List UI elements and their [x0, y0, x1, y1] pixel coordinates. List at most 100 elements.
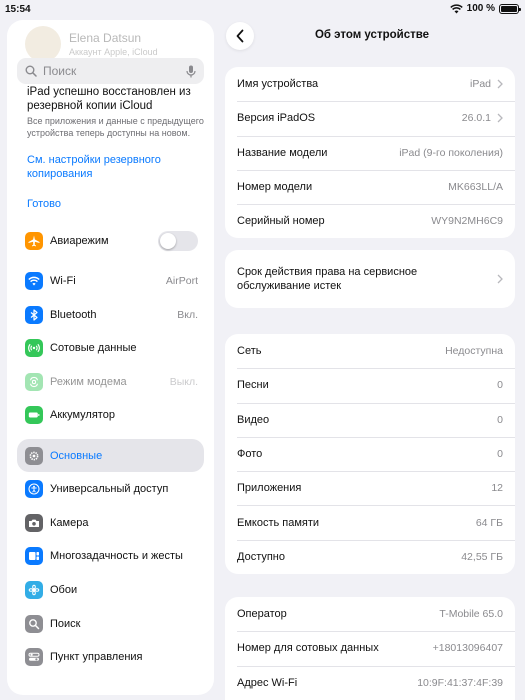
search-icon [25, 65, 37, 77]
chevron-left-icon [236, 29, 244, 43]
sidebar-item-label: Многозадачность и жесты [50, 550, 183, 563]
restore-notice: iPad успешно восстановлен из резервной к… [27, 85, 207, 210]
sidebar-item-accessibility[interactable]: Универсальный доступ [17, 472, 204, 506]
page-title: Об этом устройстве [314, 29, 430, 41]
sidebar-item-label: Поиск [50, 617, 81, 630]
row-value: Недоступна [445, 345, 503, 358]
sidebar-item-label: Сотовые данные [50, 342, 137, 355]
device-name-row[interactable]: Имя устройства iPad [225, 67, 515, 101]
multitasking-icon [25, 547, 43, 566]
profile-name: Elena Datsun [69, 31, 142, 45]
network-info-group: Оператор T-Mobile 65.0 Номер для сотовых… [225, 597, 515, 700]
row-value: 12 [491, 482, 503, 495]
sidebar-item-general[interactable]: Основные [17, 438, 204, 473]
wifi-address-row: Адрес Wi-Fi 10:9F:41:37:4F:39 [225, 665, 515, 700]
row-label: Адрес Wi-Fi [237, 676, 298, 689]
row-value: 0 [497, 379, 503, 392]
cellular-number-row: Номер для сотовых данных +18013096407 [225, 631, 515, 665]
capacity-row: Емкость памяти 64 ГБ [225, 505, 515, 539]
carrier-row: Оператор T-Mobile 65.0 [225, 597, 515, 631]
sidebar-item-label: Пункт управления [50, 651, 143, 664]
backup-settings-link[interactable]: См. настройки резервного копирования [27, 153, 207, 181]
sidebar-item-value: AirPort [165, 274, 198, 287]
control-center-icon [25, 648, 43, 667]
row-label: Срок действия права на сервисное обслужи… [237, 266, 418, 292]
sidebar-item-camera[interactable]: Камера [17, 506, 204, 540]
sidebar-item-label: Обои [50, 583, 78, 596]
sidebar-item-airplane-mode[interactable]: Авиарежим [17, 224, 204, 258]
done-button[interactable]: Готово [27, 198, 207, 210]
row-label: Видео [237, 413, 270, 426]
sidebar-item-label: Камера [50, 516, 89, 529]
gear-icon [25, 446, 43, 465]
status-time: 15:54 [5, 4, 31, 15]
row-label: Серийный номер [237, 215, 325, 228]
chevron-right-icon [497, 79, 503, 89]
row-label: Фото [237, 448, 263, 461]
sidebar-item-label: Аккумулятор [50, 409, 115, 422]
apps-row: Приложения 12 [225, 471, 515, 505]
restore-text: Все приложения и данные с предыдущего ус… [27, 116, 204, 138]
sidebar-item-label: Универсальный доступ [50, 483, 169, 496]
sidebar-item-wallpaper[interactable]: Обои [17, 573, 204, 607]
search-field[interactable]: Поиск [17, 58, 204, 84]
sidebar-item-search[interactable]: Поиск [17, 607, 204, 641]
status-bar: 15:54 100 % [0, 0, 525, 20]
sidebar-item-control-center[interactable]: Пункт управления [17, 640, 204, 674]
sidebar-item-battery[interactable]: Аккумулятор [17, 399, 204, 433]
row-label: Емкость памяти [237, 516, 320, 529]
wifi-status-icon [449, 3, 463, 13]
row-value: 0 [497, 448, 503, 461]
airplane-mode-toggle[interactable] [158, 230, 198, 251]
wifi-icon [25, 271, 43, 290]
settings-menu: Авиарежим Wi-Fi AirPort Bluetooth Вкл. С… [17, 224, 204, 674]
cellular-icon [25, 339, 43, 358]
avatar [25, 26, 61, 62]
row-label: Номер для сотовых данных [237, 642, 379, 655]
sidebar-item-label: Wi-Fi [50, 274, 76, 287]
sidebar-item-value: Вкл. [177, 308, 198, 321]
profile-header[interactable]: Elena Datsun Аккаунт Apple, iCloud [25, 26, 158, 62]
sidebar-item-label: Авиарежим [50, 234, 109, 247]
chevron-right-icon [497, 113, 503, 123]
service-coverage-row[interactable]: Срок действия права на сервисное обслужи… [225, 250, 515, 308]
sidebar-item-label: Bluetooth [50, 308, 97, 321]
model-number-row[interactable]: Номер модели MK663LL/A [225, 169, 515, 204]
hotspot-icon [25, 372, 43, 391]
device-info-group: Имя устройства iPad Версия iPadOS 26.0.1… [225, 67, 515, 239]
microphone-icon[interactable] [186, 65, 196, 78]
usage-info-group: Сеть Недоступна Песни 0 Видео 0 Фото 0 П… [225, 334, 515, 575]
bluetooth-icon [25, 305, 43, 324]
row-label: Песни [237, 379, 269, 392]
sidebar-item-bluetooth[interactable]: Bluetooth Вкл. [17, 298, 204, 332]
row-label: Версия iPadOS [237, 112, 316, 125]
row-value: 42,55 ГБ [461, 550, 503, 563]
battery-percent: 100 % [466, 3, 495, 14]
songs-row: Песни 0 [225, 368, 515, 402]
row-value: iPad (9-го поколения) [399, 146, 503, 159]
row-label: Номер модели [237, 181, 313, 194]
row-value: 0 [497, 413, 503, 426]
sidebar-item-label: Режим модема [50, 375, 127, 388]
status-indicators: 100 % [449, 3, 521, 14]
search-placeholder: Поиск [43, 64, 77, 78]
service-coverage-group: Срок действия права на сервисное обслужи… [225, 250, 515, 308]
os-version-row[interactable]: Версия iPadOS 26.0.1 [225, 101, 515, 135]
sidebar-item-cellular[interactable]: Сотовые данные [17, 331, 204, 365]
row-label: Имя устройства [237, 78, 319, 91]
wallpaper-icon [25, 580, 43, 599]
row-label: Сеть [237, 345, 262, 358]
sidebar-item-multitasking[interactable]: Многозадачность и жесты [17, 540, 204, 574]
sidebar-item-hotspot[interactable]: Режим модема Выкл. [17, 365, 204, 399]
battery-icon [25, 406, 43, 425]
back-button[interactable] [226, 22, 254, 50]
row-value: iPad [469, 78, 491, 91]
network-row: Сеть Недоступна [225, 334, 515, 368]
row-label: Название модели [237, 146, 328, 159]
row-value: +18013096407 [432, 642, 503, 655]
photos-row: Фото 0 [225, 436, 515, 471]
row-value: 10:9F:41:37:4F:39 [417, 676, 503, 689]
restore-title: iPad успешно восстановлен из резервной к… [27, 86, 191, 112]
chevron-right-icon [497, 274, 503, 284]
sidebar-item-wifi[interactable]: Wi-Fi AirPort [17, 264, 204, 298]
